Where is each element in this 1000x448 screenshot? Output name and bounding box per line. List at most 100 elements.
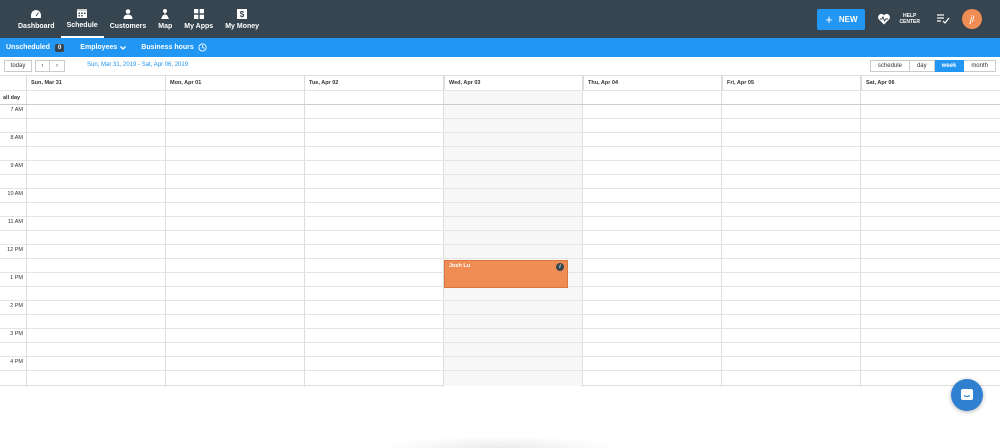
- help-line-2: CENTER: [899, 19, 920, 25]
- dashboard-icon: [31, 10, 42, 18]
- slot-line: [0, 202, 1000, 203]
- chat-icon: [961, 389, 973, 400]
- time-label: 4 PM: [10, 359, 23, 365]
- employees-dropdown[interactable]: Employees: [80, 44, 127, 52]
- slot-line: [0, 118, 1000, 119]
- unscheduled-count-badge: 0: [54, 43, 65, 52]
- slot-line: [0, 132, 1000, 133]
- day-header: Sun, Mar 31: [26, 76, 165, 90]
- header-divider: [0, 90, 1000, 91]
- view-day-button[interactable]: day: [909, 60, 935, 72]
- today-button[interactable]: today: [4, 60, 32, 72]
- user-avatar[interactable]: jl: [962, 9, 982, 29]
- business-hours-toggle[interactable]: Business hours: [141, 43, 207, 52]
- date-range-title: Sun, Mar 31, 2019 - Sat, Apr 06, 2019: [87, 62, 189, 68]
- view-week-button[interactable]: week: [934, 60, 965, 72]
- slot-line: [0, 342, 1000, 343]
- all-day-label: all day: [3, 95, 21, 101]
- nav-label: Map: [158, 23, 173, 30]
- time-label: 1 PM: [10, 275, 23, 281]
- chevron-down-icon: [120, 45, 127, 50]
- nav-my-money[interactable]: $ My Money: [219, 0, 265, 38]
- health-heart-icon[interactable]: [877, 12, 891, 26]
- column-divider: [721, 76, 722, 387]
- prev-week-button[interactable]: ‹: [35, 60, 50, 72]
- slot-line: [0, 300, 1000, 301]
- new-button-label: NEW: [838, 14, 858, 24]
- week-calendar-grid: Sun, Mar 31 Mon, Apr 01 Tue, Apr 02 Wed,…: [0, 75, 1000, 387]
- top-right-actions: + NEW HELP CENTER jl: [817, 0, 1000, 38]
- customers-icon: [123, 9, 133, 19]
- slot-line: [0, 174, 1000, 175]
- column-divider: [26, 76, 27, 387]
- all-day-divider: [0, 104, 1000, 105]
- nav-label: Dashboard: [18, 23, 55, 30]
- nav-customers[interactable]: Customers: [104, 0, 153, 38]
- slot-line: [0, 370, 1000, 371]
- new-button[interactable]: + NEW: [817, 8, 866, 30]
- nav-label: Customers: [109, 23, 147, 30]
- slot-line: [0, 356, 1000, 357]
- view-month-button[interactable]: month: [964, 60, 996, 72]
- calendar-toolbar: today ‹ › Sun, Mar 31, 2019 - Sat, Apr 0…: [0, 58, 1000, 74]
- column-divider: [304, 76, 305, 387]
- time-label: 12 PM: [7, 247, 23, 253]
- day-header: Fri, Apr 05: [722, 76, 861, 90]
- day-header: Mon, Apr 01: [165, 76, 304, 90]
- day-header: Thu, Apr 04: [583, 76, 722, 90]
- unscheduled-toggle[interactable]: Unscheduled 0: [6, 43, 65, 52]
- slot-line: [0, 146, 1000, 147]
- column-divider: [165, 76, 166, 387]
- nav-schedule[interactable]: Schedule: [60, 0, 104, 38]
- unscheduled-label: Unscheduled: [6, 44, 50, 51]
- map-icon: [161, 9, 170, 19]
- scroll-shadow: [380, 436, 620, 448]
- nav-map[interactable]: Map: [152, 0, 178, 38]
- day-header: Wed, Apr 03: [444, 76, 583, 90]
- time-label: 11 AM: [7, 219, 23, 225]
- view-schedule-button[interactable]: schedule: [869, 60, 910, 72]
- time-label: 7 AM: [10, 107, 23, 113]
- time-label: 10 AM: [7, 191, 23, 197]
- slot-line: [0, 160, 1000, 161]
- slot-line: [0, 328, 1000, 329]
- chat-support-button[interactable]: [951, 379, 983, 411]
- chevron-left-icon: ‹: [41, 63, 44, 69]
- chevron-right-icon: ›: [56, 63, 58, 69]
- time-label: 2 PM: [10, 303, 23, 309]
- main-nav: Dashboard Schedule Customers Map My Apps…: [12, 0, 265, 38]
- slot-line: [0, 188, 1000, 189]
- calendar-event[interactable]: Josh Lu i: [444, 260, 568, 288]
- column-divider: [860, 76, 861, 387]
- task-list-icon[interactable]: [936, 13, 950, 25]
- plus-icon: +: [825, 11, 833, 27]
- info-icon[interactable]: i: [556, 263, 564, 271]
- apps-icon: [193, 9, 204, 19]
- event-title: Josh Lu: [449, 263, 471, 269]
- slot-line: [0, 244, 1000, 245]
- column-divider: [443, 76, 444, 387]
- help-center-link[interactable]: HELP CENTER: [899, 13, 920, 25]
- business-hours-label: Business hours: [141, 44, 194, 51]
- svg-text:$: $: [240, 10, 245, 19]
- slot-line: [0, 230, 1000, 231]
- nav-dashboard[interactable]: Dashboard: [12, 0, 61, 38]
- top-nav-bar: Dashboard Schedule Customers Map My Apps…: [0, 0, 1000, 38]
- column-divider: [582, 76, 583, 387]
- nav-label: My Money: [225, 23, 260, 30]
- view-switcher: schedule day week month: [869, 60, 996, 72]
- schedule-subbar: Unscheduled 0 Employees Business hours: [0, 38, 1000, 57]
- time-label: 3 PM: [10, 331, 23, 337]
- clock-icon: [198, 43, 207, 52]
- slot-line: [0, 314, 1000, 315]
- calendar-icon: [77, 9, 88, 18]
- nav-label: My Apps: [184, 23, 214, 30]
- nav-label: Schedule: [66, 22, 98, 29]
- day-header: Sat, Apr 06: [861, 76, 1000, 90]
- money-icon: $: [237, 9, 248, 19]
- nav-my-apps[interactable]: My Apps: [178, 0, 219, 38]
- day-header: Tue, Apr 02: [304, 76, 444, 90]
- next-week-button[interactable]: ›: [50, 60, 65, 72]
- time-label: 8 AM: [10, 135, 23, 141]
- slot-line: [0, 216, 1000, 217]
